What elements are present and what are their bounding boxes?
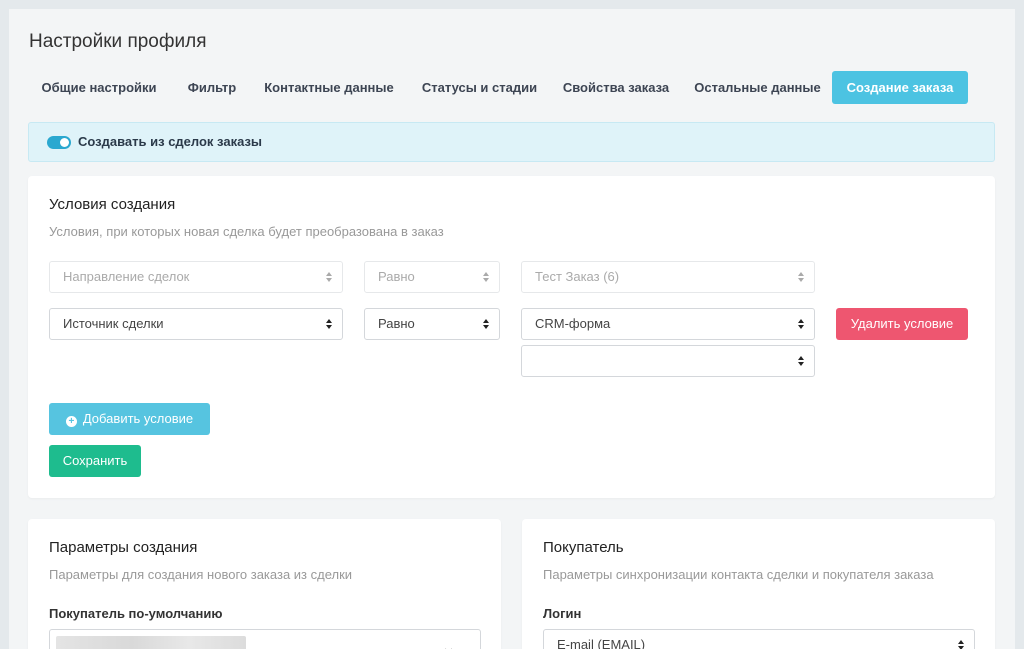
- buyer-title: Покупатель: [543, 539, 624, 556]
- conditions-title: Условия создания: [49, 196, 176, 213]
- toggle-knob: [60, 138, 69, 147]
- redacted-value: [56, 636, 246, 649]
- params-card: Параметры создания Параметры для создани…: [28, 519, 501, 649]
- condition2-value-text: CRM-форма: [535, 316, 611, 331]
- default-buyer-label: Покупатель по-умолчанию: [49, 606, 223, 621]
- condition1-field-select[interactable]: Направление сделок: [49, 261, 343, 293]
- add-condition-label: Добавить условие: [82, 411, 194, 426]
- buyer-card: Покупатель Параметры синхронизации конта…: [522, 519, 995, 649]
- sort-arrows-icon: [957, 639, 965, 649]
- buyer-subtitle: Параметры синхронизации контакта сделки …: [543, 567, 934, 582]
- condition2-operator-select[interactable]: Равно: [364, 308, 500, 340]
- save-button[interactable]: Сохранить: [49, 445, 141, 477]
- sort-arrows-icon: [482, 318, 490, 330]
- delete-condition-button[interactable]: Удалить условие: [836, 308, 968, 340]
- conditions-subtitle: Условия, при которых новая сделка будет …: [49, 224, 444, 239]
- condition2-operator-value: Равно: [378, 316, 415, 331]
- sort-arrows-icon: [325, 271, 333, 283]
- condition2-value2-select[interactable]: [521, 345, 815, 377]
- chevron-down-icon[interactable]: [460, 640, 472, 649]
- params-subtitle: Параметры для создания нового заказа из …: [49, 567, 353, 582]
- condition1-operator-value: Равно: [378, 269, 415, 284]
- tab-order-creation[interactable]: Создание заказа: [832, 71, 968, 104]
- clear-icon[interactable]: ✕: [443, 638, 454, 649]
- tab-general[interactable]: Общие настройки: [28, 71, 170, 104]
- sort-arrows-icon: [482, 271, 490, 283]
- login-label: Логин: [543, 606, 582, 621]
- tab-order-properties[interactable]: Свойства заказа: [556, 71, 676, 104]
- add-condition-button[interactable]: + Добавить условие: [49, 403, 210, 435]
- sort-arrows-icon: [325, 318, 333, 330]
- condition1-value-select[interactable]: Тест Заказ (6): [521, 261, 815, 293]
- condition1-operator-select[interactable]: Равно: [364, 261, 500, 293]
- params-title: Параметры создания: [49, 539, 198, 556]
- condition2-field-value: Источник сделки: [63, 316, 164, 331]
- tab-other-data[interactable]: Остальные данные: [689, 71, 826, 104]
- create-orders-banner: Создавать из сделок заказы: [28, 122, 995, 162]
- login-select-value: E-mail (EMAIL): [557, 637, 646, 649]
- tab-statuses[interactable]: Статусы и стадии: [416, 71, 543, 104]
- default-buyer-select[interactable]: ✕: [49, 629, 481, 649]
- condition1-field-value: Направление сделок: [63, 269, 190, 284]
- conditions-card: Условия создания Условия, при которых но…: [28, 176, 995, 498]
- condition2-field-select[interactable]: Источник сделки: [49, 308, 343, 340]
- tab-contacts[interactable]: Контактные данные: [255, 71, 403, 104]
- condition2-value-select[interactable]: CRM-форма: [521, 308, 815, 340]
- page-title: Настройки профиля: [29, 31, 207, 52]
- condition1-value-text: Тест Заказ (6): [535, 269, 620, 284]
- page-container: Настройки профиля Общие настройки Фильтр…: [9, 9, 1015, 649]
- sort-arrows-icon: [797, 271, 805, 283]
- create-orders-label: Создавать из сделок заказы: [78, 134, 263, 149]
- create-orders-toggle[interactable]: [47, 136, 71, 149]
- plus-circle-icon: +: [65, 416, 77, 427]
- login-select[interactable]: E-mail (EMAIL): [543, 629, 975, 649]
- tab-filter[interactable]: Фильтр: [182, 71, 242, 104]
- sort-arrows-icon: [797, 318, 805, 330]
- sort-arrows-icon: [797, 355, 805, 367]
